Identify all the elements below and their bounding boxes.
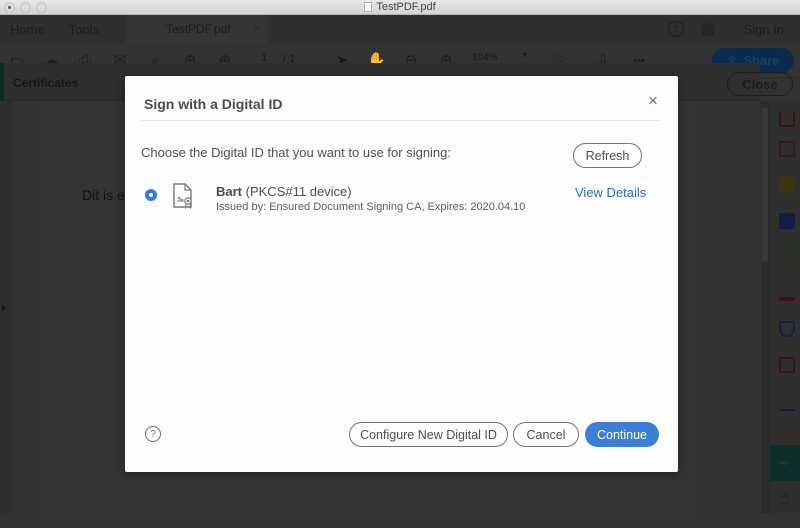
digital-id-type: (PKCS#11 device): [245, 184, 352, 199]
window-zoom-button[interactable]: [36, 2, 47, 13]
close-tool-button[interactable]: Close: [727, 72, 793, 96]
combine-files-icon[interactable]: [779, 213, 795, 229]
sign-in-link[interactable]: Sign In: [744, 22, 784, 37]
document-text: Dit is e: [82, 187, 125, 203]
certificates-label: Certificates: [13, 76, 79, 90]
window-controls: [4, 2, 47, 13]
digital-id-owner: Bart: [216, 184, 243, 199]
chevron-down-icon[interactable]: ﹀: [780, 499, 789, 512]
comment-icon[interactable]: [779, 177, 795, 193]
expand-panel-icon[interactable]: [2, 304, 6, 312]
certbar-accent: [0, 63, 4, 101]
dialog-prompt: Choose the Digital ID that you want to u…: [141, 145, 452, 160]
pen-certificate-icon: ✒: [779, 455, 791, 471]
continue-button[interactable]: Continue: [585, 422, 659, 447]
tab-label: TestPDF.pdf: [166, 22, 231, 36]
refresh-button[interactable]: Refresh: [573, 143, 642, 168]
tab-close-icon[interactable]: ×: [254, 24, 260, 35]
nav-home[interactable]: Home: [0, 22, 57, 37]
edit-pdf-icon[interactable]: [779, 247, 795, 263]
nav-tools[interactable]: Tools: [57, 22, 111, 37]
protect-shield-icon[interactable]: [779, 321, 795, 337]
digital-id-radio[interactable]: [145, 189, 157, 201]
nav-right: ? Sign In: [667, 15, 784, 43]
export-pdf-icon[interactable]: [779, 111, 795, 127]
window-close-button[interactable]: [4, 2, 15, 13]
help-icon[interactable]: ?: [667, 21, 684, 37]
send-for-signature-icon[interactable]: [779, 395, 795, 411]
scrollbar-thumb[interactable]: [762, 107, 768, 262]
certificate-file-icon: [173, 183, 192, 209]
tab-testpdf[interactable]: TestPDF.pdf ×: [126, 15, 268, 43]
create-pdf-icon[interactable]: [779, 357, 795, 373]
window-minimize-button[interactable]: [20, 2, 31, 13]
certificates-tool-active[interactable]: ✒: [770, 445, 800, 481]
configure-new-digital-id-button[interactable]: Configure New Digital ID: [349, 422, 508, 447]
help-icon[interactable]: ?: [145, 426, 161, 442]
right-tools-rail: ✒ ︿ ﹀: [769, 101, 800, 513]
window-title: TestPDF.pdf: [364, 1, 436, 13]
dialog-title: Sign with a Digital ID: [144, 96, 283, 112]
digital-id-issuer: Issued by: Ensured Document Signing CA, …: [216, 201, 526, 213]
vertical-scrollbar[interactable]: [761, 101, 769, 513]
window-titlebar: TestPDF.pdf: [0, 0, 800, 15]
zoom-level-value: 104%: [472, 52, 498, 63]
cancel-button[interactable]: Cancel: [513, 422, 579, 447]
view-details-link[interactable]: View Details: [575, 185, 646, 200]
document-icon: [364, 2, 373, 12]
chevron-down-icon: ▼: [521, 52, 528, 59]
window-title-text: TestPDF.pdf: [376, 1, 436, 13]
left-panel-rail: [0, 101, 12, 513]
top-nav: Home Tools TestPDF.pdf × ? Sign In: [0, 15, 800, 43]
notifications-bell-icon[interactable]: [701, 22, 714, 36]
dialog-divider: [141, 120, 661, 121]
digital-id-name: Bart (PKCS#11 device): [216, 184, 352, 199]
fill-sign-icon[interactable]: [779, 285, 795, 301]
sign-digital-id-dialog: Sign with a Digital ID × Choose the Digi…: [125, 76, 678, 472]
close-icon[interactable]: ×: [646, 92, 660, 109]
organize-pages-icon[interactable]: [779, 141, 795, 157]
